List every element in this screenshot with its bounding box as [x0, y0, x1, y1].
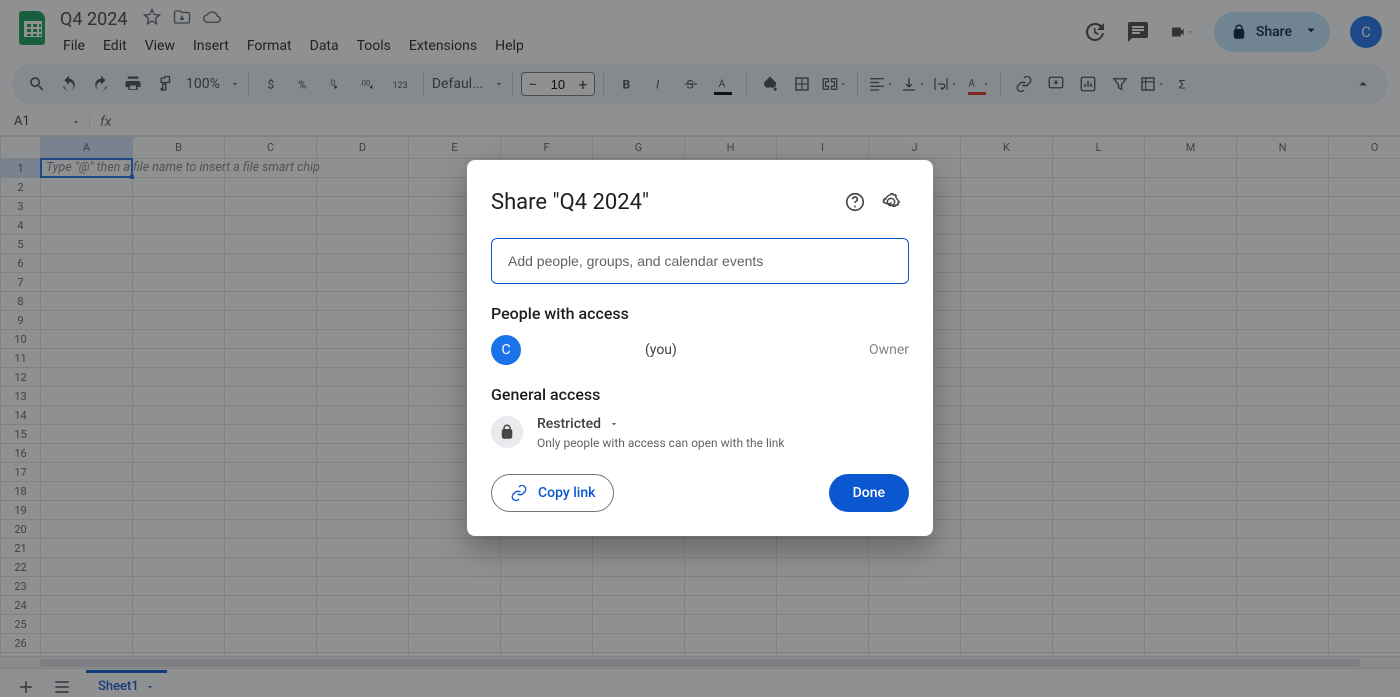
person-role: Owner — [869, 342, 909, 358]
access-level-selector[interactable]: Restricted — [537, 416, 785, 432]
access-level-description: Only people with access can open with th… — [537, 436, 785, 450]
general-access-heading: General access — [491, 385, 909, 404]
dialog-title: Share "Q4 2024" — [491, 190, 837, 215]
person-avatar: C — [491, 335, 521, 365]
people-access-heading: People with access — [491, 304, 909, 323]
add-people-input[interactable] — [491, 238, 909, 284]
copy-link-button[interactable]: Copy link — [491, 474, 614, 512]
share-dialog: Share "Q4 2024" People with access C (yo… — [467, 160, 933, 536]
help-icon[interactable] — [837, 184, 873, 220]
done-button[interactable]: Done — [829, 474, 909, 512]
person-you-label: (you) — [645, 342, 677, 358]
person-row: C (you) Owner — [491, 335, 909, 365]
lock-icon — [491, 416, 523, 448]
settings-icon[interactable] — [873, 184, 909, 220]
